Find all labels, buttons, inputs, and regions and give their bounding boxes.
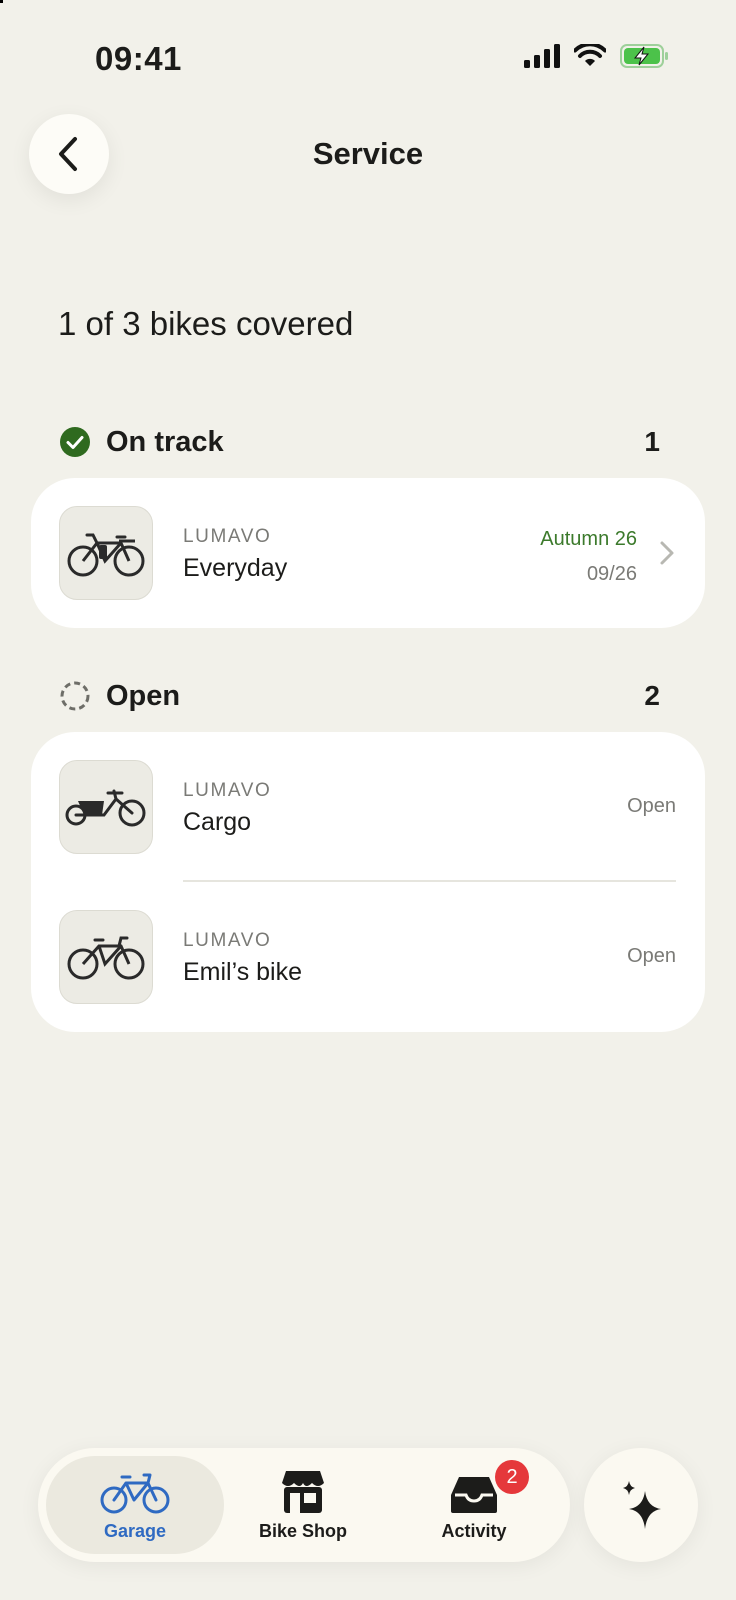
city-ebike-icon: [67, 533, 145, 577]
notification-badge: 2: [495, 1460, 529, 1494]
bike-thumbnail: [59, 506, 153, 600]
bike-name: Cargo: [183, 808, 252, 836]
section-count: 1: [644, 426, 660, 457]
bike-texts: LUMAVO Everyday: [183, 526, 287, 583]
service-info: Autumn 26 09/26: [540, 528, 637, 586]
status-time: 09:41: [95, 40, 182, 77]
tab-bar: Garage Bike Shop Activity 2: [38, 1448, 570, 1562]
chevron-right-icon: [660, 541, 674, 565]
section-label: On track: [106, 425, 224, 458]
service-status: Open: [627, 795, 676, 817]
bike-row-emils-bike[interactable]: LUMAVO Emil’s bike Open: [31, 882, 705, 1032]
kids-bike-icon: [67, 936, 145, 980]
section-header-open: Open 2: [60, 676, 676, 716]
tab-bike-shop[interactable]: Bike Shop: [228, 1456, 378, 1554]
bike-brand: LUMAVO: [183, 780, 272, 801]
bike-brand: LUMAVO: [183, 930, 272, 951]
inbox-icon: [451, 1477, 497, 1513]
tab-activity[interactable]: Activity 2: [393, 1456, 555, 1554]
bike-row-everyday[interactable]: LUMAVO Everyday Autumn 26 09/26: [31, 478, 705, 628]
bike-name: Everyday: [183, 554, 288, 582]
bike-texts: LUMAVO Emil’s bike: [183, 930, 302, 987]
tab-garage[interactable]: Garage: [46, 1456, 224, 1554]
wifi-icon: [574, 44, 606, 66]
bike-brand: LUMAVO: [183, 526, 272, 547]
dashed-circle-icon: [60, 681, 90, 711]
bike-thumbnail: [59, 760, 153, 854]
section-label: Open: [106, 679, 181, 712]
coverage-summary: 1 of 3 bikes covered: [58, 305, 354, 342]
bike-row-cargo[interactable]: LUMAVO Cargo Open: [31, 732, 705, 882]
tab-label: Bike Shop: [258, 1521, 347, 1541]
sparkles-icon: [623, 1481, 661, 1529]
service-date: 09/26: [586, 563, 637, 585]
section-header-on-track: On track 1: [60, 422, 676, 462]
bike-name: Emil’s bike: [183, 958, 303, 986]
bike-texts: LUMAVO Cargo: [183, 780, 271, 837]
on-track-card: LUMAVO Everyday Autumn 26 09/26: [31, 478, 705, 628]
battery-charging-icon: [620, 44, 668, 68]
cargo-bike-icon: [65, 789, 146, 827]
status-icons: [524, 44, 670, 68]
bike-thumbnail: [59, 910, 153, 1004]
bicycle-icon: [100, 1473, 170, 1514]
tab-label: Activity: [441, 1521, 507, 1541]
ai-assistant-button[interactable]: [584, 1448, 698, 1562]
section-count: 2: [644, 680, 660, 711]
page-title: Service: [312, 136, 424, 171]
check-circle-icon: [60, 427, 90, 457]
status-bar: 09:41: [0, 0, 736, 110]
shop-icon: [282, 1471, 324, 1513]
tab-label: Garage: [103, 1521, 167, 1541]
open-card: LUMAVO Cargo Open LUMAVO Emil’s bike Ope…: [31, 732, 705, 1032]
service-status: Open: [627, 945, 676, 967]
service-season: Autumn 26: [540, 528, 637, 550]
cellular-signal-icon: [524, 44, 560, 68]
